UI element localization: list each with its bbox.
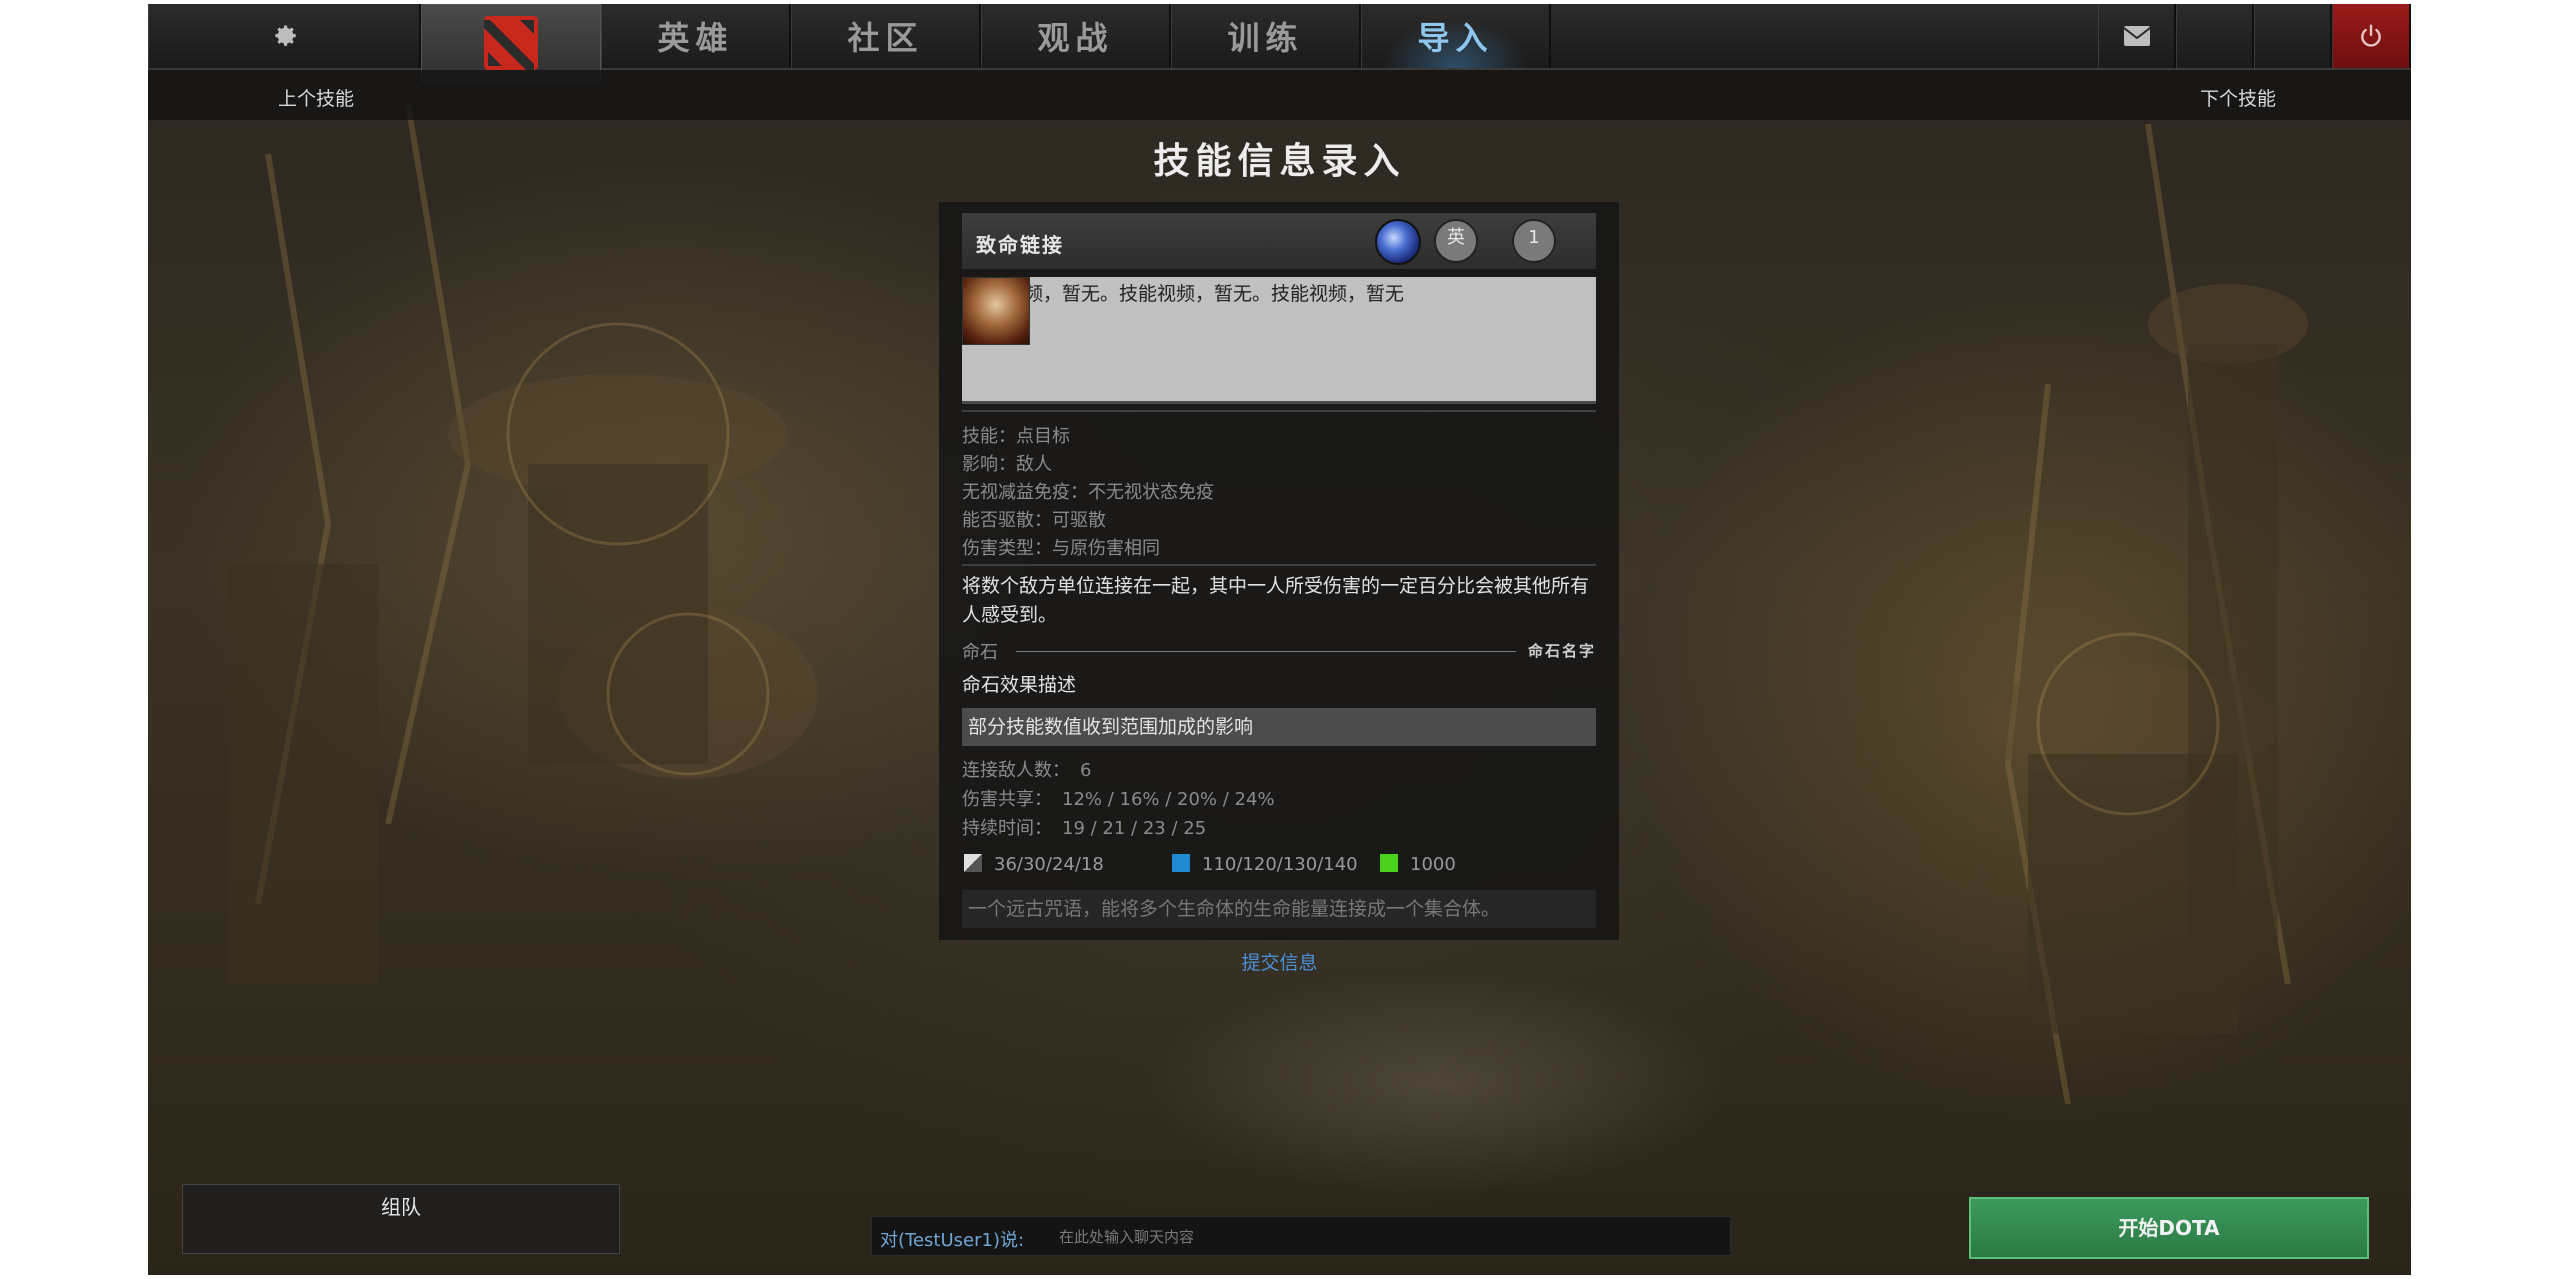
submit-info-row: 提交信息 (148, 948, 2411, 975)
submit-info-link[interactable]: 提交信息 (1241, 952, 1317, 974)
cooldown-value: 36/30/24/18 (994, 854, 1104, 875)
skill-description: 将数个敌方单位连接在一起，其中一人所受伤害的一定百分比会被其他所有人感受到。 (962, 575, 1590, 626)
health-icon (1380, 854, 1398, 872)
aghanim-effect: 命石效果描述 (962, 674, 1077, 696)
stat-label: 伤害共享： (962, 789, 1052, 810)
skill-info-panel: 致命链接 英 1 频，暂无。技能视频，暂无。技能视频，暂无 技能：点目标 影响：… (939, 202, 1619, 940)
aghanim-label: 命石 (962, 642, 998, 663)
settings-button[interactable] (148, 4, 421, 68)
attr-value: 可驱散 (1052, 510, 1106, 531)
dota-logo-icon (484, 16, 538, 70)
attr-ability-type: 技能：点目标 (962, 422, 1070, 448)
mail-button[interactable] (2098, 4, 2176, 68)
attr-label: 伤害类型： (962, 538, 1052, 559)
chat-target: 对(TestUser1)说: (880, 1230, 1025, 1251)
mana-cost: 110/120/130/140 (1172, 854, 1358, 875)
skill-navigation-bar: 上个技能 下个技能 (148, 70, 2411, 120)
stat-duration: 持续时间： 19 / 21 / 23 / 25 (962, 814, 1206, 840)
cooldown-cost: 36/30/24/18 (964, 854, 1104, 875)
skill-costs: 36/30/24/18 110/120/130/140 1000 (962, 854, 1596, 882)
nav-blank-slot (2176, 4, 2254, 68)
skill-video-area: 频，暂无。技能视频，暂无。技能视频，暂无 (962, 277, 1596, 404)
aghanim-name: 命石名字 (1527, 642, 1596, 660)
health-value: 1000 (1410, 854, 1456, 875)
power-icon (2361, 24, 2381, 47)
previous-skill-link[interactable]: 上个技能 (278, 84, 354, 111)
party-label: 组队 (381, 1195, 421, 1219)
power-button[interactable] (2332, 4, 2411, 68)
attr-dispellable: 能否驱散：可驱散 (962, 506, 1106, 532)
aghanim-divider (1016, 651, 1516, 652)
aghanim-row: 命石 命石名字 (962, 638, 1596, 663)
attr-value: 与原伤害相同 (1052, 538, 1160, 559)
tab-learn[interactable]: 训练 (1171, 4, 1361, 68)
mail-icon (2122, 26, 2151, 46)
attr-affects: 影响：敌人 (962, 450, 1052, 476)
tab-community[interactable]: 社区 (791, 4, 981, 68)
stat-linked-enemies: 连接敌人数： 6 (962, 756, 1091, 782)
attr-label: 无视减益免疫： (962, 482, 1088, 503)
stat-value: 12% / 16% / 20% / 24% (1062, 789, 1275, 810)
ability-icon[interactable] (1375, 219, 1421, 265)
attr-value: 敌人 (1016, 454, 1052, 475)
stat-label: 连接敌人数： (962, 760, 1070, 781)
stat-label: 持续时间： (962, 818, 1052, 839)
tab-heroes[interactable]: 英雄 (601, 4, 791, 68)
gear-icon (275, 25, 296, 46)
nav-blank-slot (2254, 4, 2332, 68)
attr-value: 不无视状态免疫 (1088, 482, 1214, 503)
health-cost: 1000 (1380, 854, 1456, 875)
aoe-bonus-note: 部分技能数值收到范围加成的影响 (962, 708, 1596, 746)
attr-label: 能否驱散： (962, 510, 1052, 531)
attr-value: 点目标 (1016, 426, 1070, 447)
start-dota-button[interactable]: 开始DOTA (1969, 1197, 2369, 1259)
divider (962, 410, 1596, 412)
party-panel[interactable]: 组队 (182, 1184, 620, 1254)
tab-import[interactable]: 导入 (1361, 4, 1551, 68)
attr-pierces-immunity: 无视减益免疫：不无视状态免疫 (962, 478, 1214, 504)
top-navigation: 英雄 社区 观战 训练 导入 (148, 4, 2411, 82)
tab-watch[interactable]: 观战 (981, 4, 1171, 68)
language-toggle-button[interactable]: 英 (1434, 219, 1478, 263)
dota-client-window: 英雄 社区 观战 训练 导入 上个技能 下个技能 技能信息录入 致命链接 英 1… (148, 4, 2411, 1275)
attr-damage-type: 伤害类型：与原伤害相同 (962, 534, 1160, 560)
attr-label: 影响： (962, 454, 1016, 475)
stat-value: 6 (1080, 760, 1092, 781)
page-title: 技能信息录入 (1153, 140, 1406, 182)
mana-value: 110/120/130/140 (1202, 854, 1358, 875)
chat-input[interactable] (1057, 1223, 1721, 1251)
skill-header: 致命链接 英 1 (962, 213, 1596, 269)
stat-value: 19 / 21 / 23 / 25 (1062, 818, 1207, 839)
video-placeholder-text: 频，暂无。技能视频，暂无。技能视频，暂无 (1024, 283, 1405, 305)
next-skill-link[interactable]: 下个技能 (2200, 84, 2276, 111)
cooldown-icon (964, 854, 982, 872)
attr-label: 技能： (962, 426, 1016, 447)
level-button[interactable]: 1 (1512, 219, 1556, 263)
stat-damage-share: 伤害共享： 12% / 16% / 20% / 24% (962, 785, 1275, 811)
divider (962, 564, 1596, 566)
chat-bar: 对(TestUser1)说: (871, 1216, 1731, 1256)
skill-name: 致命链接 (976, 233, 1064, 257)
mana-icon (1172, 854, 1190, 872)
hero-portrait (962, 277, 1030, 345)
skill-lore: 一个远古咒语，能将多个生命体的生命能量连接成一个集合体。 (962, 890, 1596, 928)
